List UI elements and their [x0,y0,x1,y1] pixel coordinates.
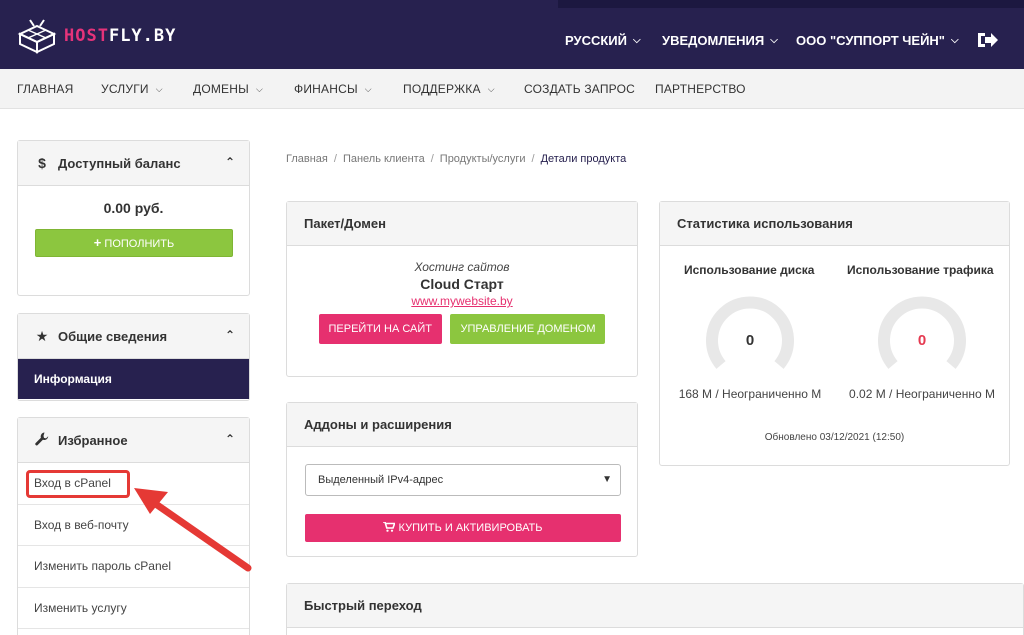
nav-finance-label: ФИНАНСЫ [294,82,358,96]
traffic-usage-text: 0.02 М / Неограниченно М [849,387,995,401]
star-icon: ★ [35,327,49,344]
usage-stats-title: Статистика использования [660,202,1009,246]
nav-finance[interactable]: ФИНАНСЫ ⌵ [294,82,372,96]
logo-icon [17,19,57,54]
chevron-down-icon: ⌵ [155,83,163,94]
plus-icon: + [93,235,102,250]
top-header: HOSTFLY.BY РУССКИЙ ⌵ УВЕДОМЛЕНИЯ ⌵ ООО "… [0,0,1024,69]
breadcrumb-current: Детали продукта [540,153,627,165]
manage-domain-button[interactable]: УПРАВЛЕНИЕ ДОМЕНОМ [450,314,606,344]
account-dropdown[interactable]: ООО "СУППОРТ ЧЕЙН" ⌵ [796,33,959,48]
language-label: РУССКИЙ [565,33,627,48]
chevron-down-icon: ⌵ [255,83,263,94]
addon-select-value: Выделенный IPv4-адрес [318,474,444,486]
visit-site-button[interactable]: ПЕРЕЙТИ НА САЙТ [318,314,443,344]
chevron-down-icon: ▼ [602,474,612,485]
nav-support-label: ПОДДЕРЖКА [403,82,481,96]
logo[interactable]: HOSTFLY.BY [16,18,176,54]
annotation-arrow [134,488,252,572]
chevron-down-icon: ⌵ [364,83,372,94]
notifications-dropdown[interactable]: УВЕДОМЛЕНИЯ ⌵ [662,33,778,48]
chevron-up-icon[interactable]: ⌃ [225,432,235,446]
balance-panel-header[interactable]: $ Доступный баланс ⌃ [18,141,249,186]
sidebar-item-change-service[interactable]: Изменить услугу [18,588,249,629]
disk-usage-text: 168 М / Неограниченно М [678,387,822,401]
cart-icon [383,521,398,534]
topup-button[interactable]: + ПОПОЛНИТЬ [35,229,233,257]
nav-create-ticket-label: СОЗДАТЬ ЗАПРОС [524,82,635,96]
package-panel: Пакет/Домен Хостинг сайтов Cloud Старт w… [286,201,638,377]
sidebar-item-info[interactable]: Информация [18,359,249,399]
logout-icon[interactable] [977,30,999,50]
nav-home[interactable]: ГЛАВНАЯ [17,82,73,96]
breadcrumb: Главная / Панель клиента / Продукты/услуги / Д… [286,153,627,165]
highlight-box [26,470,130,498]
disk-gauge-value: 0 [746,332,754,349]
nav-services-label: УСЛУГИ [101,82,149,96]
buy-activate-label: КУПИТЬ И АКТИВИРОВАТЬ [398,522,543,534]
chevron-down-icon: ⌵ [487,83,495,94]
package-group: Хостинг сайтов [414,260,510,274]
addon-select[interactable]: Выделенный IPv4-адрес ▼ [305,464,621,496]
disk-gauge: 0 [706,296,794,369]
nav-domains-label: ДОМЕНЫ [193,82,249,96]
language-dropdown[interactable]: РУССКИЙ ⌵ [565,33,641,48]
breadcrumb-products[interactable]: Продукты/услуги [440,153,526,165]
breadcrumb-client-area[interactable]: Панель клиента [343,153,425,165]
chevron-up-icon[interactable]: ⌃ [225,328,235,342]
chevron-down-icon: ⌵ [770,35,778,46]
traffic-gauge-value: 0 [918,332,926,349]
nav-partnership[interactable]: ПАРТНЕРСТВО [655,82,746,96]
addons-panel: Аддоны и расширения Выделенный IPv4-адре… [286,402,638,557]
stats-updated: Обновлено 03/12/2021 (12:50) [764,432,905,443]
addons-title: Аддоны и расширения [287,403,637,447]
logo-host-text: HOST [64,26,109,46]
nav-services[interactable]: УСЛУГИ ⌵ [101,82,163,96]
package-domain-link[interactable]: www.mywebsite.by [287,294,637,308]
company-label: ООО "СУППОРТ ЧЕЙН" [796,33,945,48]
general-panel: ★ Общие сведения ⌃ Информация [17,313,250,401]
buy-activate-button[interactable]: КУПИТЬ И АКТИВИРОВАТЬ [305,514,621,542]
topup-label: ПОПОЛНИТЬ [104,238,175,250]
balance-title: Доступный баланс [58,155,181,171]
traffic-usage-title: Использование трафика [847,263,994,277]
favorites-title: Избранное [58,432,128,448]
balance-panel: $ Доступный баланс ⌃ 0.00 руб. + ПОПОЛНИ… [17,140,250,296]
nav-support[interactable]: ПОДДЕРЖКА ⌵ [403,82,495,96]
package-name: Cloud Старт [420,276,504,292]
nav-home-label: ГЛАВНАЯ [17,82,74,96]
traffic-gauge: 0 [878,296,966,369]
general-title: Общие сведения [58,328,168,344]
notifications-label: УВЕДОМЛЕНИЯ [662,33,765,48]
wrench-icon [34,432,50,449]
package-title: Пакет/Домен [287,202,637,246]
disk-usage-title: Использование диска [684,263,815,277]
usage-stats-panel: Статистика использования Использование д… [659,201,1010,466]
dollar-icon: $ [38,155,46,171]
quick-jump-panel: Быстрый переход [286,583,1024,635]
nav-create-ticket[interactable]: СОЗДАТЬ ЗАПРОС [524,82,635,96]
favorites-panel-header[interactable]: Избранное ⌃ [18,418,249,463]
quick-jump-title: Быстрый переход [287,584,1023,628]
header-strip [558,0,1024,8]
logo-fly-text: FLY.BY [108,26,177,46]
main-nav: ГЛАВНАЯ УСЛУГИ ⌵ ДОМЕНЫ ⌵ ФИНАНСЫ ⌵ ПОДДЕРЖ… [0,69,1024,109]
balance-value: 0.00 руб. [103,200,164,216]
breadcrumb-home[interactable]: Главная [286,153,328,165]
chevron-down-icon: ⌵ [633,35,641,46]
nav-domains[interactable]: ДОМЕНЫ ⌵ [193,82,263,96]
chevron-down-icon: ⌵ [950,35,959,46]
chevron-up-icon[interactable]: ⌃ [225,155,235,169]
general-panel-header[interactable]: ★ Общие сведения ⌃ [18,314,249,359]
nav-partnership-label: ПАРТНЕРСТВО [655,82,746,96]
